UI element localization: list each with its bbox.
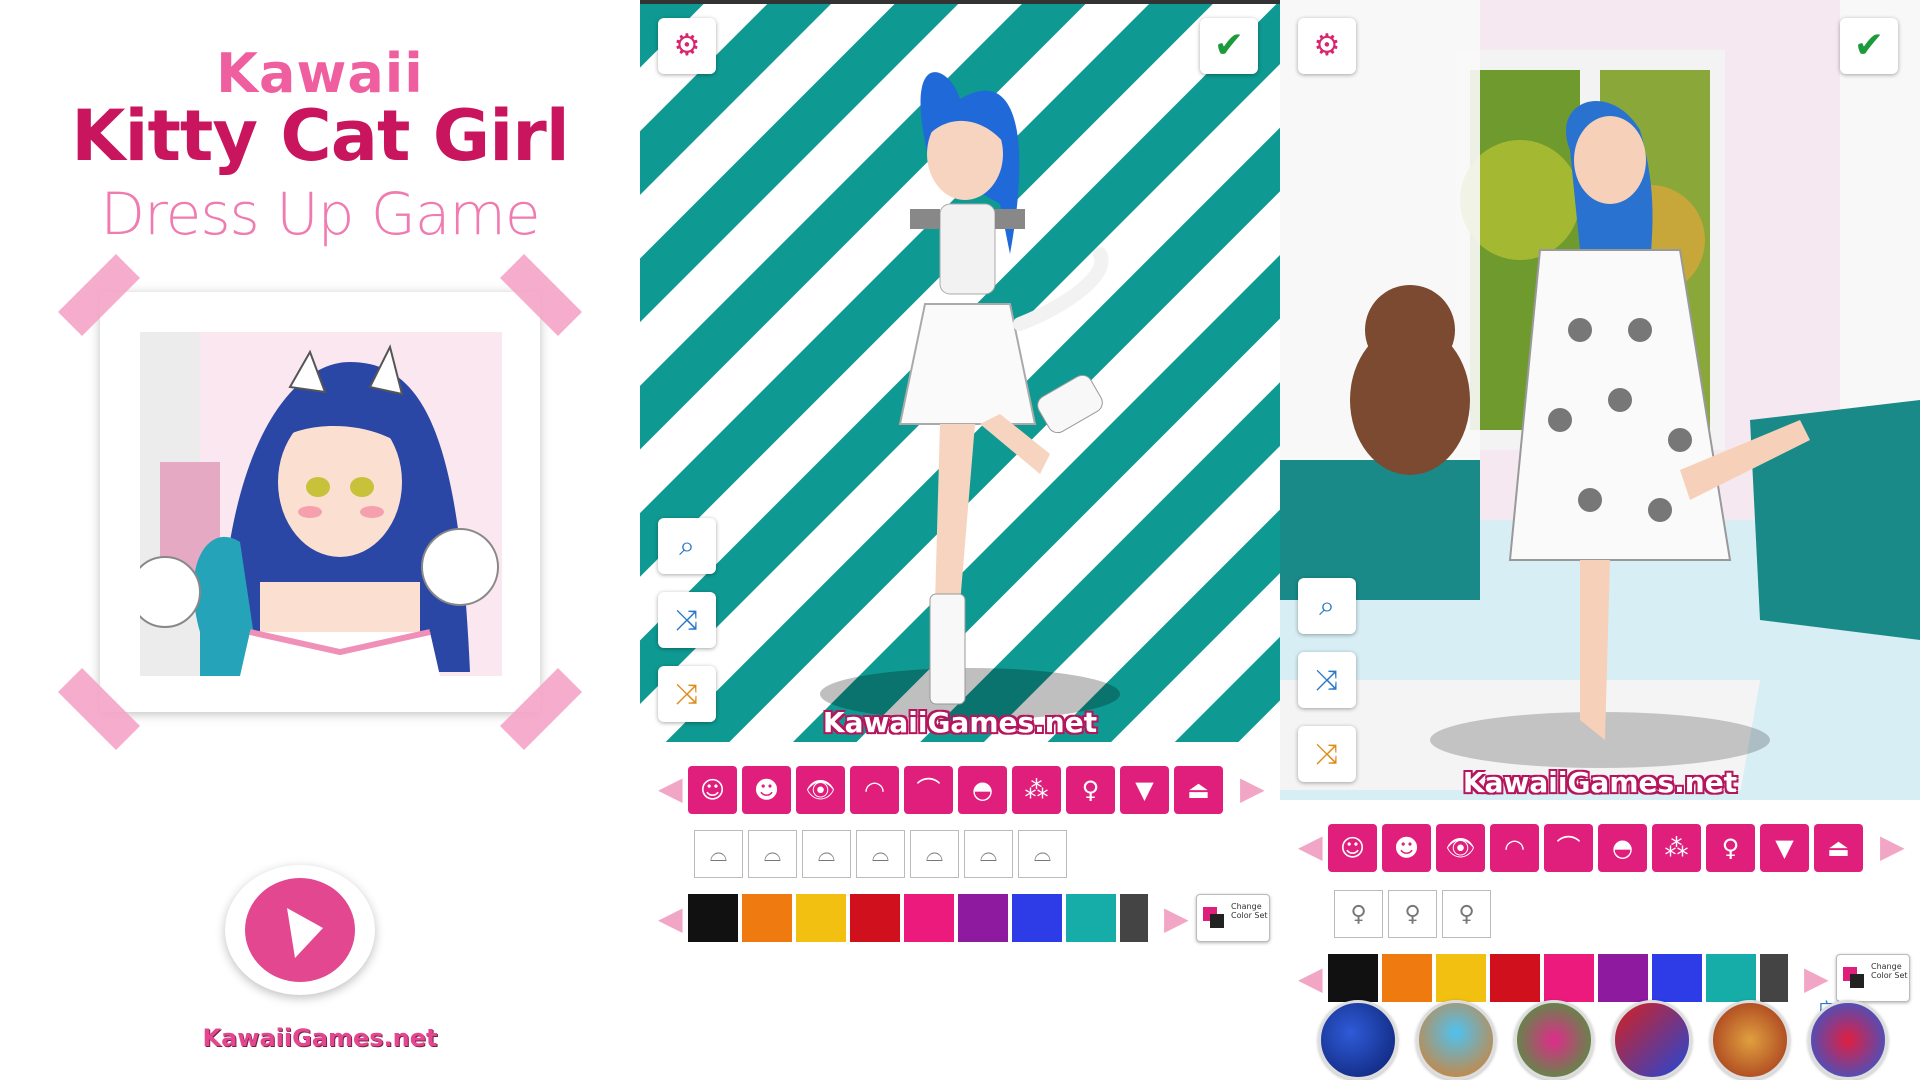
category-dress[interactable]: ♀ xyxy=(1706,824,1755,872)
palette-prev-icon[interactable]: ◀ xyxy=(1298,962,1323,994)
item-options: ♀ ♀ ♀ xyxy=(1280,886,1920,946)
category-hair-front[interactable]: ☺ xyxy=(1328,824,1377,872)
category-accessories[interactable]: ⁂ xyxy=(1012,766,1061,814)
category-next-icon[interactable]: ▶ xyxy=(1240,772,1265,804)
color-swatch[interactable] xyxy=(1120,894,1148,942)
gear-icon: ⚙ xyxy=(673,28,701,63)
item-options: ⌓ ⌓ ⌓ ⌓ ⌓ ⌓ ⌓ xyxy=(640,826,1280,886)
category-top[interactable]: ▼ xyxy=(1120,766,1169,814)
palette-next-icon[interactable]: ▶ xyxy=(1164,902,1189,934)
hair-option[interactable]: ⌓ xyxy=(748,830,797,878)
dress-option[interactable]: ♀ xyxy=(1442,890,1491,938)
palette-icon xyxy=(1843,967,1864,988)
brand-link[interactable]: KawaiiGames.net xyxy=(0,1024,640,1052)
category-eyes[interactable]: 👁 xyxy=(1436,824,1485,872)
dressup-scene xyxy=(640,0,1280,742)
category-next-icon[interactable]: ▶ xyxy=(1880,830,1905,862)
hair-option[interactable]: ⌓ xyxy=(964,830,1013,878)
color-swatch[interactable] xyxy=(904,894,954,942)
check-icon: ✔ xyxy=(1213,25,1245,66)
play-button[interactable] xyxy=(225,865,375,995)
hair-option[interactable]: ⌓ xyxy=(802,830,851,878)
watermark: KawaiiGames.net xyxy=(822,706,1098,739)
billiards-icon[interactable] xyxy=(1318,1000,1398,1080)
zoom-button[interactable]: ⌕ xyxy=(1298,578,1356,634)
block-puzzle-icon[interactable] xyxy=(1612,1000,1692,1080)
editor-screen-2: ⚙ ✔ ⌕ ⤨ ⤨ KawaiiGames.net ◀ ☺ ☻ 👁 ◠ ⌒ ◓ … xyxy=(1280,0,1920,1080)
play-icon xyxy=(245,878,355,982)
palette-icon xyxy=(1203,907,1224,928)
category-bar: ◀ ☺ ☻ 👁 ◠ ⌒ ◓ ⁂ ♀ ▼ ⏏ ▶ xyxy=(1280,818,1920,878)
color-swatch[interactable] xyxy=(742,894,792,942)
hair-option[interactable]: ⌓ xyxy=(694,830,743,878)
balloon-icon[interactable] xyxy=(1808,1000,1888,1080)
category-top[interactable]: ▼ xyxy=(1760,824,1809,872)
change-color-set-button[interactable]: Change Color Set xyxy=(1196,894,1270,942)
shuffle-color-icon: ⤨ xyxy=(1315,737,1339,770)
confirm-button[interactable]: ✔ xyxy=(1200,18,1258,74)
category-prev-icon[interactable]: ◀ xyxy=(1298,830,1323,862)
racing-icon[interactable] xyxy=(1710,1000,1790,1080)
category-skirt[interactable]: ⏏ xyxy=(1814,824,1863,872)
color-swatch[interactable] xyxy=(1012,894,1062,942)
hair-option[interactable]: ⌓ xyxy=(910,830,959,878)
confirm-button[interactable]: ✔ xyxy=(1840,18,1898,74)
motocross-icon[interactable] xyxy=(1416,1000,1496,1080)
character-preview-image xyxy=(140,332,502,676)
dressup-scene xyxy=(1280,0,1920,800)
category-prev-icon[interactable]: ◀ xyxy=(658,772,683,804)
shuffle-icon: ⤨ xyxy=(1315,663,1339,696)
category-nose[interactable]: ⌒ xyxy=(904,766,953,814)
category-skirt[interactable]: ⏏ xyxy=(1174,766,1223,814)
magnifier-icon: ⌕ xyxy=(1319,589,1335,622)
category-dress[interactable]: ♀ xyxy=(1066,766,1115,814)
character-preview-frame xyxy=(100,292,540,712)
color-swatch[interactable] xyxy=(850,894,900,942)
category-hair-back[interactable]: ☻ xyxy=(1382,824,1431,872)
check-icon: ✔ xyxy=(1853,25,1885,66)
category-accessories[interactable]: ⁂ xyxy=(1652,824,1701,872)
magnifier-icon: ⌕ xyxy=(679,529,695,562)
color-palette: ◀ ▶ Change Color Set xyxy=(640,890,1280,950)
hair-option[interactable]: ⌓ xyxy=(856,830,905,878)
dress-option[interactable]: ♀ xyxy=(1334,890,1383,938)
snake-icon[interactable] xyxy=(1514,1000,1594,1080)
color-swatch[interactable] xyxy=(796,894,846,942)
change-color-set-label: Change Color Set xyxy=(1231,902,1268,920)
gear-icon: ⚙ xyxy=(1313,28,1341,63)
category-lips[interactable]: ◓ xyxy=(1598,824,1647,872)
watermark: KawaiiGames.net xyxy=(1462,766,1738,799)
randomize-button[interactable]: ⤨ xyxy=(1298,652,1356,708)
category-lips[interactable]: ◓ xyxy=(958,766,1007,814)
settings-button[interactable]: ⚙ xyxy=(1298,18,1356,74)
settings-button[interactable]: ⚙ xyxy=(658,18,716,74)
zoom-button[interactable]: ⌕ xyxy=(658,518,716,574)
color-swatch[interactable] xyxy=(958,894,1008,942)
color-swatch[interactable] xyxy=(1066,894,1116,942)
title-screen: Kawaii Kitty Cat Girl Dress Up Game Kawa… xyxy=(0,0,640,1080)
category-nose[interactable]: ⌒ xyxy=(1544,824,1593,872)
shuffle-icon: ⤨ xyxy=(675,603,699,636)
dress-option[interactable]: ♀ xyxy=(1388,890,1437,938)
category-hair-front[interactable]: ☺ xyxy=(688,766,737,814)
shuffle-color-icon: ⤨ xyxy=(675,677,699,710)
category-eyebrows[interactable]: ◠ xyxy=(850,766,899,814)
title-main: Kitty Cat Girl xyxy=(71,95,570,177)
color-swatch[interactable] xyxy=(688,894,738,942)
change-color-set-label: Change Color Set xyxy=(1871,962,1908,980)
palette-next-icon[interactable]: ▶ xyxy=(1804,962,1829,994)
category-bar: ◀ ☺ ☻ 👁 ◠ ⌒ ◓ ⁂ ♀ ▼ ⏏ ▶ xyxy=(640,760,1280,820)
category-eyebrows[interactable]: ◠ xyxy=(1490,824,1539,872)
randomize-button[interactable]: ⤨ xyxy=(658,592,716,648)
palette-prev-icon[interactable]: ◀ xyxy=(658,902,683,934)
hair-option[interactable]: ⌓ xyxy=(1018,830,1067,878)
category-eyes[interactable]: 👁 xyxy=(796,766,845,814)
ad-banner: 广告✕ xyxy=(1280,995,1920,1080)
title-subtitle: Dress Up Game xyxy=(100,180,540,248)
editor-screen-1: ⚙ ✔ ⌕ ⤨ ⤨ KawaiiGames.net ◀ ☺ ☻ 👁 ◠ ⌒ ◓ … xyxy=(640,0,1280,1080)
category-hair-back[interactable]: ☻ xyxy=(742,766,791,814)
